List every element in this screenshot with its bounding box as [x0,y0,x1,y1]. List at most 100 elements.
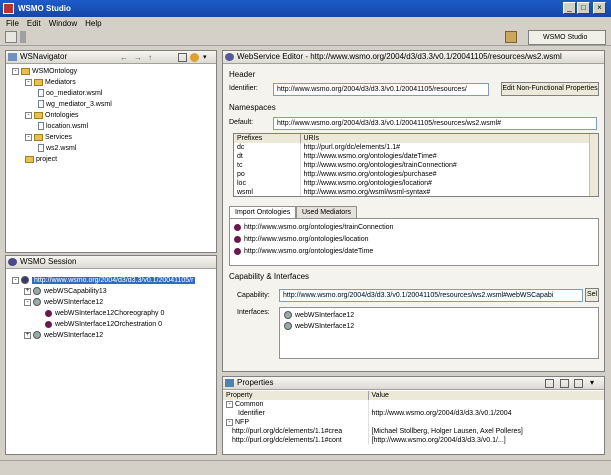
capability-icon [33,287,41,296]
minimize-button[interactable]: _ [563,2,576,14]
menu-bar: File Edit Window Help [0,17,611,29]
tree-item[interactable]: - Ontologies [25,111,78,121]
property-header[interactable]: Property [223,391,369,400]
namespace-prefix: loc [234,179,301,188]
back-arrow-icon[interactable]: ← [120,53,129,62]
default-namespace-field[interactable]: http://www.wsmo.org/2004/d3/d3.3/v0.1/20… [273,117,597,130]
uris-header[interactable]: URIs [300,134,590,143]
interface-icon [284,322,292,331]
choreography-icon [45,320,52,328]
expand-toggle-icon[interactable]: + [24,331,31,339]
namespace-row[interactable]: po http://www.wsmo.org/ontologies/purchas… [234,170,590,179]
file-icon [38,100,44,109]
namespace-row[interactable]: tc http://www.wsmo.org/ontologies/trainCo… [234,161,590,170]
value-header[interactable]: Value [368,391,604,400]
properties-table: Property Value - Common Identifier http://w… [223,391,604,445]
view-menu-icon[interactable]: ▾ [203,53,207,61]
import-item-label: http://www.wsmo.org/ontologies/trainConn… [244,224,394,231]
namespace-prefix: po [234,170,301,179]
session-item[interactable]: webWSInterface12Choreography 0 [36,309,164,319]
expand-toggle-icon[interactable]: - [24,298,31,306]
tree-item[interactable]: ws2.wsml [38,144,76,154]
restore-default-icon[interactable] [574,379,583,388]
property-value: [Michael Stollberg, Holger Lausen, Axel … [371,428,523,435]
perspective-label: WSMO Studio [543,34,588,41]
editor-tab-label: WebService Editor - http://www.wsmo.org/… [237,52,562,61]
properties-icon [225,379,234,387]
collapse-all-icon[interactable] [178,53,187,62]
tree-item[interactable]: - Services [25,133,72,143]
new-icon[interactable] [5,31,17,43]
tree-item[interactable]: project [25,155,57,165]
edit-nfp-button[interactable]: Edit Non-Functional Properties [501,82,599,96]
property-row[interactable]: - NFP [223,418,604,427]
identifier-field[interactable]: http://www.wsmo.org/2004/d3/d3.3/v0.1/20… [273,83,489,96]
session-item[interactable]: - http://www.wsmo.org/2004/d3/d3.3/v0.1/2… [12,276,196,286]
namespace-uri: http://www.wsmo.org/wsml/wsml-syntax# [303,189,431,196]
session-panel: WSMO Session - http://www.wsmo.org/2004/d… [5,255,217,455]
expand-toggle-icon[interactable]: - [25,78,32,86]
session-item-label: webWSInterface12Orchestration 0 [55,321,162,328]
tree-item[interactable]: location.wsml [38,122,88,132]
session-item[interactable]: + webWSCapability13 [24,287,107,297]
session-item[interactable]: - webWSInterface12 [24,298,103,308]
property-row[interactable]: - Common [223,400,604,409]
capability-field[interactable]: http://www.wsmo.org/2004/d3/d3.3/v0.1/20… [279,289,583,302]
session-item[interactable]: webWSInterface12Orchestration 0 [36,320,162,330]
perspective-button[interactable]: WSMO Studio [528,30,606,45]
property-row[interactable]: Identifier http://www.wsmo.org/2004/d3/d3… [223,409,604,418]
menu-file[interactable]: File [6,19,19,28]
menu-help[interactable]: Help [85,19,101,28]
tree-item[interactable]: - WSMOntology [12,67,77,77]
expand-toggle-icon[interactable]: - [12,67,19,75]
view-menu-icon[interactable]: ▾ [590,378,594,387]
categories-icon[interactable] [545,379,554,388]
import-item[interactable]: http://www.wsmo.org/ontologies/trainConn… [234,223,393,233]
open-perspective-icon[interactable] [505,31,517,43]
menu-edit[interactable]: Edit [27,19,41,28]
property-row[interactable]: http://purl.org/dc/elements/1.1#crea [Mic… [223,427,604,436]
interface-item[interactable]: webWSInterface12 [284,311,354,321]
import-item[interactable]: http://www.wsmo.org/ontologies/dateTime [234,247,373,257]
namespace-prefix: wsml [234,188,301,196]
window-title: WSMO Studio [18,4,71,13]
expand-toggle-icon[interactable]: - [226,418,233,426]
interface-item[interactable]: webWSInterface12 [284,322,354,332]
up-arrow-icon[interactable]: ↑ [148,53,157,62]
close-button[interactable]: × [593,2,606,14]
namespace-row[interactable]: wsml http://www.wsmo.org/wsml/wsml-syntax… [234,188,590,196]
tree-item-label: WSMOntology [32,68,78,75]
tree-item-label: location.wsml [46,123,89,130]
folder-icon [34,78,43,86]
expand-toggle-icon[interactable]: - [12,276,19,284]
tree-item[interactable]: oo_mediator.wsml [38,89,102,99]
select-capability-button[interactable]: Sel [585,288,599,302]
maximize-button[interactable]: □ [577,2,590,14]
tree-item[interactable]: wg_mediator_3.wsml [38,100,112,110]
expand-toggle-icon[interactable]: - [226,400,233,408]
tab-used-mediators[interactable]: Used Mediators [296,206,358,218]
folder-icon [21,67,30,75]
namespaces-table: Prefixes URIs dc http://purl.org/dc/eleme… [233,133,599,197]
namespace-row[interactable]: loc http://www.wsmo.org/ontologies/locati… [234,179,590,188]
filter-icon[interactable] [560,379,569,388]
import-item[interactable]: http://www.wsmo.org/ontologies/location [234,235,369,245]
forward-arrow-icon[interactable]: → [134,53,143,62]
namespace-row[interactable]: dt http://www.wsmo.org/ontologies/dateTim… [234,152,590,161]
expand-toggle-icon[interactable]: - [25,111,32,119]
prefixes-header[interactable]: Prefixes [234,134,301,143]
link-editor-icon[interactable] [190,53,199,62]
tree-item[interactable]: - Mediators [25,78,76,88]
toolbar-separator [20,31,26,43]
property-row[interactable]: http://purl.org/dc/elements/1.1#cont [htt… [223,436,604,445]
expand-toggle-icon[interactable]: + [24,287,31,295]
editor-tab[interactable]: WebService Editor - http://www.wsmo.org/… [223,51,604,64]
tab-import-ontologies[interactable]: Import Ontologies [229,206,297,218]
session-item[interactable]: + webWSInterface12 [24,331,103,341]
navigator-icon [8,53,17,61]
namespaces-scrollbar[interactable] [589,134,598,196]
property-name-text: Identifier [238,410,265,417]
expand-toggle-icon[interactable]: - [25,133,32,141]
namespace-row[interactable]: dc http://purl.org/dc/elements/1.1# [234,143,590,152]
menu-window[interactable]: Window [49,19,77,28]
